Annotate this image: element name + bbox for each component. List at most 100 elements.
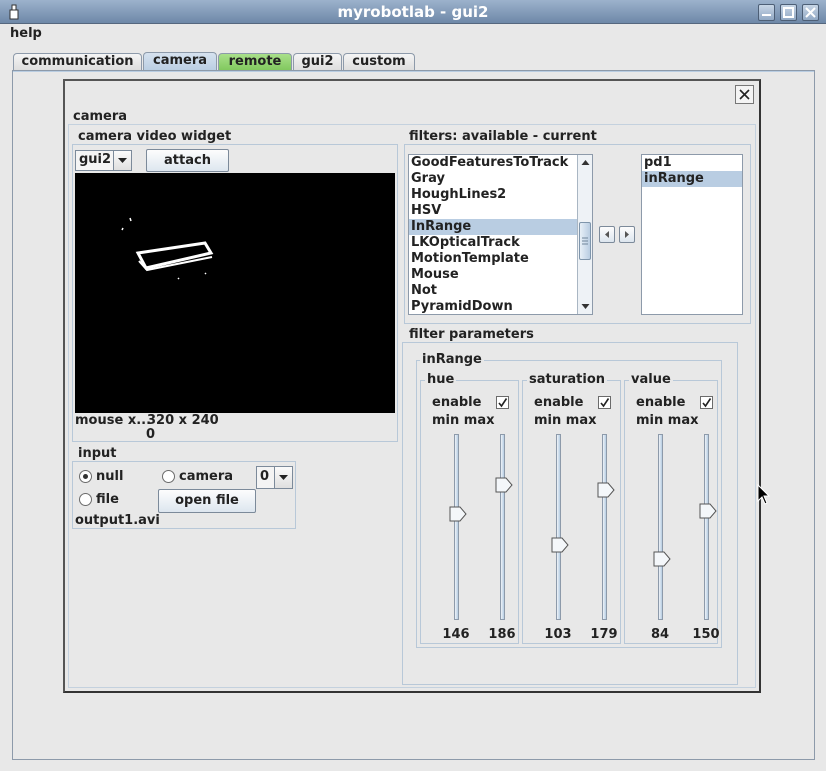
close-window-button[interactable] bbox=[802, 4, 819, 21]
channel-title: saturation bbox=[527, 372, 608, 387]
dropdown-arrow[interactable] bbox=[113, 151, 131, 170]
panel-close-button[interactable] bbox=[735, 85, 754, 104]
video-display bbox=[75, 173, 395, 413]
arrow-right-icon bbox=[625, 231, 629, 238]
grip-icon bbox=[582, 237, 588, 245]
value-max-slider-thumb[interactable] bbox=[699, 503, 717, 519]
radio-null[interactable] bbox=[79, 470, 92, 483]
video-frame-image bbox=[121, 217, 214, 280]
menu-help[interactable]: help bbox=[10, 26, 42, 41]
list-item[interactable]: HoughLines2 bbox=[409, 187, 577, 203]
radio-file[interactable] bbox=[79, 493, 92, 506]
hue-max-value: 186 bbox=[488, 627, 516, 642]
maximize-icon bbox=[783, 7, 794, 18]
filters-group-title: filters: available - current bbox=[407, 129, 599, 144]
saturation-min-slider-thumb[interactable] bbox=[551, 537, 569, 553]
filter-parameters-title: filter parameters bbox=[407, 327, 536, 342]
radio-camera-label: camera bbox=[179, 469, 234, 484]
channel-title: hue bbox=[425, 372, 457, 387]
hue-max-slider-thumb[interactable] bbox=[495, 477, 513, 493]
move-right-button[interactable] bbox=[619, 226, 635, 243]
slider-thumb-icon bbox=[597, 482, 615, 498]
video-source-combo[interactable]: gui2 bbox=[75, 150, 132, 171]
saturation-min-slider-track[interactable] bbox=[556, 434, 561, 620]
video-source-value: gui2 bbox=[79, 152, 112, 167]
file-name-label: output1.avi bbox=[75, 513, 160, 528]
saturation-min-value: 103 bbox=[544, 627, 572, 642]
list-item[interactable]: Not bbox=[409, 283, 577, 299]
tab-camera[interactable]: camera bbox=[143, 52, 217, 71]
radio-camera[interactable] bbox=[162, 470, 175, 483]
slider-thumb-icon bbox=[449, 506, 467, 522]
list-item[interactable]: MotionTemplate bbox=[409, 251, 577, 267]
list-item[interactable]: HSV bbox=[409, 203, 577, 219]
mouse-label: mouse x... bbox=[75, 413, 152, 428]
tab-communication[interactable]: communication bbox=[13, 53, 142, 71]
list-item[interactable]: Mouse bbox=[409, 267, 577, 283]
scroll-up-icon[interactable] bbox=[578, 155, 593, 169]
min-max-label: min max bbox=[432, 413, 495, 428]
tab-gui2[interactable]: gui2 bbox=[293, 53, 342, 71]
list-item[interactable]: inRange bbox=[642, 171, 742, 187]
inrange-group-title: inRange bbox=[420, 352, 484, 367]
saturation-max-value: 179 bbox=[590, 627, 618, 642]
enable-checkbox[interactable] bbox=[598, 396, 611, 409]
list-item[interactable]: Gray bbox=[409, 171, 577, 187]
list-item[interactable]: InRange bbox=[409, 219, 577, 235]
enable-label: enable bbox=[432, 395, 482, 410]
value-max-slider-track[interactable] bbox=[704, 434, 709, 620]
resolution-label: 320 x 240 bbox=[147, 413, 219, 428]
tab-custom[interactable]: custom bbox=[343, 53, 415, 71]
saturation-max-slider-thumb[interactable] bbox=[597, 482, 615, 498]
arrow-left-icon bbox=[605, 231, 609, 238]
input-group-title: input bbox=[76, 446, 119, 461]
list-item[interactable]: pd1 bbox=[642, 155, 742, 171]
mouse-value: 0 bbox=[146, 427, 156, 442]
title-bar[interactable]: myrobotlab - gui2 bbox=[0, 0, 826, 24]
available-filters-list[interactable]: GoodFeaturesToTrack Gray HoughLines2 HSV InR… bbox=[408, 154, 593, 315]
camera-index-combo[interactable]: 0 bbox=[256, 466, 293, 489]
enable-label: enable bbox=[636, 395, 686, 410]
camera-index-value: 0 bbox=[260, 469, 270, 484]
window-title: myrobotlab - gui2 bbox=[337, 3, 489, 21]
value-min-slider-thumb[interactable] bbox=[653, 551, 671, 567]
list-item[interactable]: GoodFeaturesToTrack bbox=[409, 155, 577, 171]
maximize-button[interactable] bbox=[780, 4, 797, 21]
min-max-label: min max bbox=[636, 413, 699, 428]
close-icon bbox=[739, 89, 750, 100]
dropdown-arrow[interactable] bbox=[274, 467, 292, 488]
slider-thumb-icon bbox=[551, 537, 569, 553]
scroll-thumb[interactable] bbox=[579, 222, 591, 260]
hue-min-slider-thumb[interactable] bbox=[449, 506, 467, 522]
enable-checkbox[interactable] bbox=[496, 396, 509, 409]
current-filters-list[interactable]: pd1 inRange bbox=[641, 154, 743, 315]
hue-min-value: 146 bbox=[442, 627, 470, 642]
list-item[interactable]: LKOpticalTrack bbox=[409, 235, 577, 251]
value-min-slider-track[interactable] bbox=[658, 434, 663, 620]
check-icon bbox=[498, 398, 508, 408]
slider-thumb-icon bbox=[653, 551, 671, 567]
slider-thumb-icon bbox=[495, 477, 513, 493]
tab-remote[interactable]: remote bbox=[218, 53, 292, 71]
hue-min-slider-track[interactable] bbox=[454, 434, 459, 620]
enable-checkbox[interactable] bbox=[700, 396, 713, 409]
scroll-down-icon[interactable] bbox=[578, 300, 593, 314]
move-left-button[interactable] bbox=[599, 226, 615, 243]
value-min-value: 84 bbox=[650, 627, 670, 642]
radio-null-label: null bbox=[96, 469, 124, 484]
hue-max-slider-track[interactable] bbox=[500, 434, 505, 620]
open-file-button[interactable]: open file bbox=[158, 489, 256, 513]
chevron-down-icon bbox=[118, 158, 127, 163]
minimize-button[interactable] bbox=[758, 4, 775, 21]
video-widget-title: camera video widget bbox=[76, 129, 234, 144]
enable-label: enable bbox=[534, 395, 584, 410]
list-item[interactable]: PyramidDown bbox=[409, 299, 577, 314]
check-icon bbox=[600, 398, 610, 408]
saturation-max-slider-track[interactable] bbox=[602, 434, 607, 620]
filters-scrollbar[interactable] bbox=[577, 155, 592, 314]
minimize-icon bbox=[762, 14, 771, 16]
min-max-label: min max bbox=[534, 413, 597, 428]
menu-bar: help bbox=[0, 24, 826, 46]
value-max-value: 150 bbox=[692, 627, 720, 642]
attach-button[interactable]: attach bbox=[146, 149, 229, 172]
